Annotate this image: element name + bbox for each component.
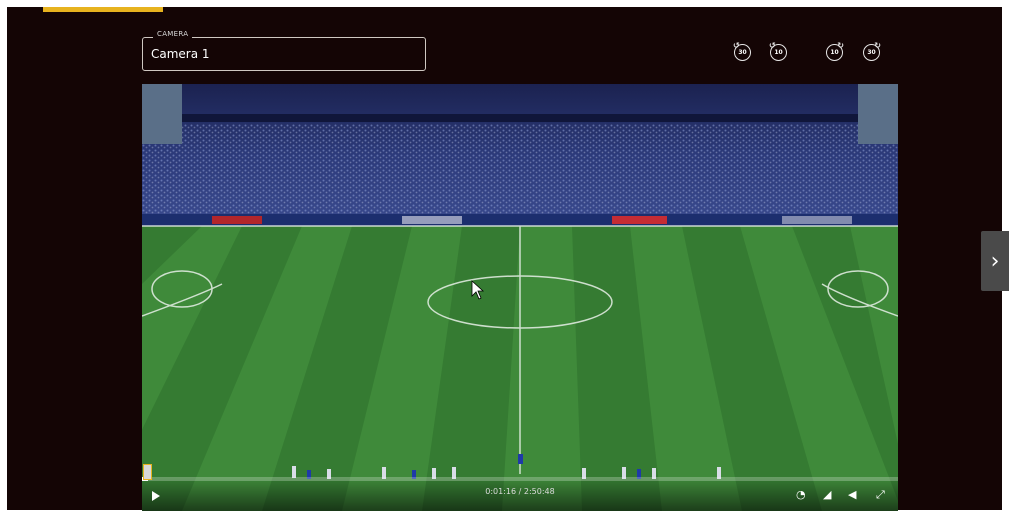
forward-10-button[interactable]: ↻ 10 bbox=[826, 41, 844, 61]
rewind-30-label: 30 bbox=[738, 49, 747, 56]
rewind-arrow-icon: ↺ bbox=[769, 41, 776, 50]
player-controls: 0:01:16 / 2:50:48 ◔ ◢ ◀ ⤢ bbox=[142, 464, 898, 511]
rewind-10-label: 10 bbox=[774, 49, 783, 56]
camera-select[interactable]: CAMERA Camera 1 bbox=[142, 30, 426, 71]
forward-30-label: 30 bbox=[867, 49, 876, 56]
forward-arrow-icon: ↻ bbox=[874, 41, 881, 50]
progress-thumb[interactable] bbox=[143, 464, 152, 480]
accent-bar bbox=[43, 7, 163, 12]
camera-value: Camera 1 bbox=[151, 47, 210, 61]
app-frame: CAMERA Camera 1 ↺ 30 ↺ 10 ↻ 10 ↻ 30 0:01… bbox=[7, 7, 1009, 511]
forward-arrow-icon: ↻ bbox=[837, 41, 844, 50]
volume-icon[interactable]: ◀ bbox=[848, 489, 856, 500]
rewind-10-button[interactable]: ↺ 10 bbox=[769, 41, 787, 61]
forward-10-label: 10 bbox=[830, 49, 839, 56]
rewind-30-button[interactable]: ↺ 30 bbox=[733, 41, 751, 61]
camera-label: CAMERA bbox=[153, 30, 193, 38]
playback-speed-icon[interactable]: ◔ bbox=[796, 489, 806, 500]
next-chevron-button[interactable]: › bbox=[981, 231, 1009, 291]
forward-30-button[interactable]: ↻ 30 bbox=[863, 41, 881, 61]
quality-icon[interactable]: ◢ bbox=[823, 489, 831, 500]
video-player[interactable]: 0:01:16 / 2:50:48 ◔ ◢ ◀ ⤢ bbox=[142, 84, 898, 511]
video-frame bbox=[142, 84, 898, 511]
rewind-arrow-icon: ↺ bbox=[733, 41, 740, 50]
chevron-right-icon: › bbox=[990, 248, 1000, 274]
progress-bar[interactable] bbox=[142, 477, 898, 481]
fullscreen-icon[interactable]: ⤢ bbox=[876, 489, 885, 500]
time-display: 0:01:16 / 2:50:48 bbox=[485, 487, 555, 496]
